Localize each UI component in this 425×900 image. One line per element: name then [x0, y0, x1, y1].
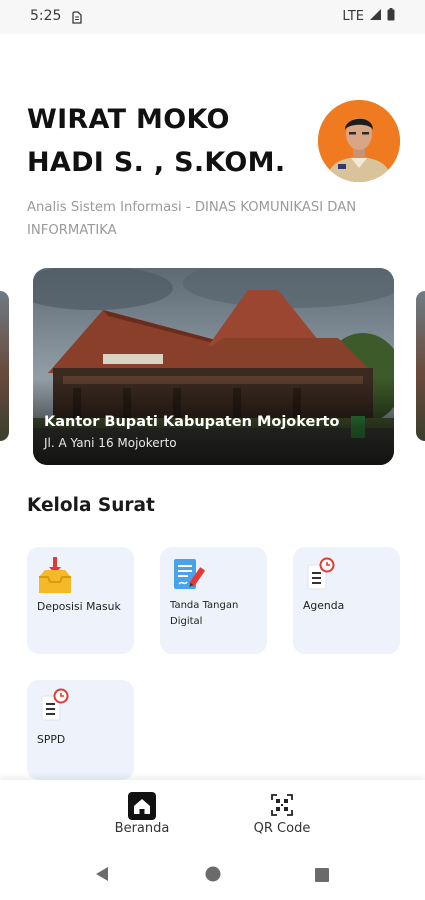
menu-label-deposisi-masuk: Deposisi Masuk: [37, 600, 121, 613]
recents-square-icon[interactable]: [315, 867, 329, 886]
status-indicators: LTE: [342, 8, 395, 25]
user-role: Analis Sistem Informasi - DINAS KOMUNIKA…: [27, 200, 357, 238]
menu-card-agenda[interactable]: Agenda: [293, 547, 400, 654]
menu-card-deposisi-masuk[interactable]: Deposisi Masuk: [27, 547, 134, 654]
banner-title: Kantor Bupati Kabupaten Mojokerto: [44, 414, 340, 430]
system-navigation-bar: [0, 842, 425, 900]
signal-icon: [369, 8, 382, 25]
carousel-prev-card[interactable]: [0, 291, 9, 441]
battery-icon: [387, 8, 395, 25]
menu-card-sppd[interactable]: SPPD: [27, 680, 134, 780]
bottom-nav: Beranda QR Code: [0, 780, 425, 842]
home-icon: [128, 792, 156, 824]
nav-item-beranda[interactable]: Beranda: [82, 780, 202, 842]
nav-label-qr-code: QR Code: [253, 821, 311, 836]
home-circle-icon[interactable]: [205, 866, 221, 886]
banner-address: Jl. A Yani 16 Mojokerto: [44, 436, 177, 450]
user-name-line2: HADI S. , S.KOM.: [27, 147, 286, 178]
inbox-tray-icon: [36, 555, 74, 599]
status-bar: 5:25 LTE: [0, 0, 425, 34]
menu-label-agenda: Agenda: [303, 599, 345, 612]
agenda-clock-icon: [306, 557, 336, 595]
nav-item-qr-code[interactable]: QR Code: [222, 780, 342, 842]
avatar[interactable]: [318, 100, 400, 182]
nav-label-beranda: Beranda: [114, 821, 170, 836]
qr-scan-icon: [271, 794, 293, 820]
menu-label-sppd: SPPD: [37, 733, 66, 746]
signature-document-icon: [172, 557, 208, 597]
avatar-photo-icon: [318, 100, 400, 182]
user-name: WIRAT MOKO HADI S. , S.KOM.: [27, 98, 307, 184]
sim-icon: [72, 9, 82, 28]
carousel-next-card[interactable]: [416, 291, 425, 441]
menu-label-tanda-tangan-digital: Tanda Tangan Digital: [170, 600, 239, 627]
network-type: LTE: [342, 9, 364, 24]
menu-card-tanda-tangan-digital[interactable]: Tanda Tangan Digital: [160, 547, 267, 654]
back-icon[interactable]: [94, 866, 110, 886]
user-name-line1: WIRAT MOKO: [27, 104, 230, 135]
status-time: 5:25: [30, 8, 62, 24]
section-title: Kelola Surat: [27, 495, 155, 516]
sppd-clock-icon: [40, 688, 70, 726]
